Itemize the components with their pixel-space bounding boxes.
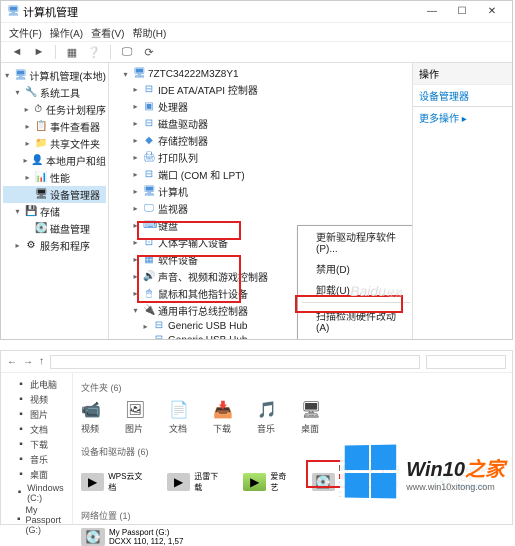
folder-item[interactable]: 🎵音乐 [257, 400, 277, 435]
folder-item[interactable]: 📄文档 [169, 400, 189, 435]
action-pane: 操作 设备管理器 更多操作 ▸ [412, 63, 512, 339]
menu-update-driver[interactable]: 更新驱动程序软件(P)... [298, 226, 412, 258]
device-item[interactable]: ▸🖵监视器 [111, 200, 410, 217]
close-button[interactable]: ✕ [478, 3, 506, 21]
window-controls: — ☐ ✕ [418, 3, 506, 21]
minimize-button[interactable]: — [418, 3, 446, 21]
left-tree[interactable]: ▾🖥计算机管理(本地) ▾🔧系统工具▸⏱任务计划程序▸📋事件查看器▸📁共享文件夹… [1, 63, 109, 339]
folder-item[interactable]: 📥下载 [213, 400, 233, 435]
sidebar-item[interactable]: ▪音乐 [5, 452, 68, 467]
explorer-toolbar: ← → ↑ [1, 351, 512, 373]
toolbar: ◄ ► ▦ ❔ 🖵 ⟳ [1, 41, 512, 63]
folder-item[interactable]: 🖥桌面 [301, 400, 321, 435]
drive-item[interactable]: ▶迅雷下载 [167, 471, 225, 493]
device-item[interactable]: ▸🖥计算机 [111, 183, 410, 200]
sidebar-item[interactable]: ▪My Passport (G:) [5, 504, 68, 536]
menu-help[interactable]: 帮助(H) [132, 25, 166, 40]
device-item[interactable]: ▸⊟IDE ATA/ATAPI 控制器 [111, 81, 410, 98]
up-icon[interactable]: ↑ [39, 356, 44, 367]
menu-uninstall[interactable]: 卸载(U) [298, 279, 412, 300]
tree-item[interactable]: 💽磁盘管理 [3, 220, 106, 237]
menu-view[interactable]: 查看(V) [91, 25, 124, 40]
forward-button[interactable]: ► [31, 44, 47, 60]
device-item[interactable]: ▸◆存储控制器 [111, 132, 410, 149]
menu-scan-hardware[interactable]: 扫描检测硬件改动(A) [298, 305, 412, 337]
folder-item[interactable]: 🖼图片 [125, 400, 145, 435]
windows-logo-icon [345, 444, 398, 499]
sidebar-item[interactable]: ▪图片 [5, 407, 68, 422]
action-pane-more[interactable]: 更多操作 ▸ [413, 107, 512, 128]
context-menu: 更新驱动程序软件(P)... 禁用(D) 卸载(U) 扫描检测硬件改动(A) 属… [297, 225, 412, 339]
folder-section-label: 文件夹 (6) [81, 381, 504, 394]
tree-item[interactable]: ▸⚙服务和程序 [3, 237, 106, 254]
search-box[interactable] [426, 355, 506, 369]
maximize-button[interactable]: ☐ [448, 3, 476, 21]
menu-file[interactable]: 文件(F) [9, 25, 42, 40]
body: ▾🖥计算机管理(本地) ▾🔧系统工具▸⏱任务计划程序▸📋事件查看器▸📁共享文件夹… [1, 63, 512, 339]
menubar: 文件(F) 操作(A) 查看(V) 帮助(H) [1, 23, 512, 41]
sidebar-item[interactable]: ▪视频 [5, 392, 68, 407]
app-icon: 🖥 [7, 6, 19, 18]
sidebar-item[interactable]: ▪下载 [5, 437, 68, 452]
tb-monitor-icon[interactable]: 🖵 [119, 44, 135, 60]
titlebar: 🖥 计算机管理 — ☐ ✕ [1, 1, 512, 23]
network-section-label: 网络位置 (1) [81, 509, 504, 522]
win10-logo-overlay: Win10之家 www.win10xitong.com [340, 441, 509, 503]
tree-item[interactable]: ▾💾存储 [3, 203, 106, 220]
tree-item[interactable]: ▾🔧系统工具 [3, 84, 106, 101]
address-bar[interactable] [50, 355, 420, 369]
action-pane-sub[interactable]: 设备管理器 [413, 85, 512, 107]
tb-help-icon[interactable]: ❔ [86, 44, 102, 60]
chevron-right-icon: ▸ [462, 114, 467, 125]
tree-item[interactable]: ▸📊性能 [3, 169, 106, 186]
tree-item[interactable]: ▸⏱任务计划程序 [3, 101, 106, 118]
tb-view-icon[interactable]: ▦ [64, 44, 80, 60]
device-item[interactable]: ▸⊟磁盘驱动器 [111, 115, 410, 132]
drive-item[interactable]: ▶WPS云文档 [81, 471, 149, 493]
drive-item[interactable]: ▶爱奇艺 [243, 471, 293, 493]
device-item[interactable]: ▸⊟端口 (COM 和 LPT) [111, 166, 410, 183]
device-item[interactable]: ▸🖨打印队列 [111, 149, 410, 166]
sidebar-item[interactable]: ▪桌面 [5, 467, 68, 482]
device-item[interactable]: ▸▣处理器 [111, 98, 410, 115]
sidebar-item[interactable]: ▪文档 [5, 422, 68, 437]
tree-item[interactable]: 🖥设备管理器 [3, 186, 106, 203]
tree-item[interactable]: ▸📁共享文件夹 [3, 135, 106, 152]
explorer-sidebar[interactable]: ▪此电脑▪视频▪图片▪文档▪下载▪音乐▪桌面▪Windows (C:)▪My P… [1, 373, 73, 524]
menu-action[interactable]: 操作(A) [50, 25, 83, 40]
window-title: 计算机管理 [23, 4, 78, 20]
folder-item[interactable]: 📹视频 [81, 400, 101, 435]
tree-item[interactable]: ▸📋事件查看器 [3, 118, 106, 135]
device-manager-window: 🖥 计算机管理 — ☐ ✕ 文件(F) 操作(A) 查看(V) 帮助(H) ◄ … [0, 0, 513, 340]
sidebar-item[interactable]: ▪Windows (C:) [5, 482, 68, 504]
tb-scan-icon[interactable]: ⟳ [141, 44, 157, 60]
menu-disable[interactable]: 禁用(D) [298, 258, 412, 279]
network-location[interactable]: 💽My Passport (G:)DCXX 110, 112, 1,57 [81, 528, 183, 546]
action-pane-title: 操作 [413, 63, 512, 85]
sidebar-item[interactable]: ▪此电脑 [5, 377, 68, 392]
device-tree[interactable]: ▾🖥7ZTC34222M3Z8Y1 ▸⊟IDE ATA/ATAPI 控制器▸▣处… [109, 63, 412, 339]
tree-item[interactable]: ▸👤本地用户和组 [3, 152, 106, 169]
back-button[interactable]: ◄ [9, 44, 25, 60]
forward-icon[interactable]: → [23, 356, 33, 367]
back-icon[interactable]: ← [7, 356, 17, 367]
